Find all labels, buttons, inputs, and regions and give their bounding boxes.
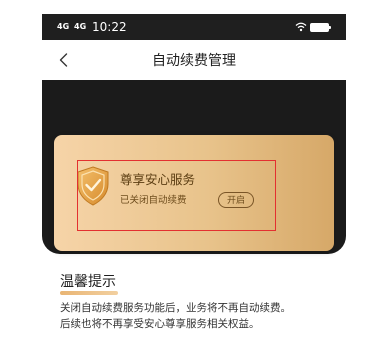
app-screen: 4G 4G 10:22 自动续费管理 尊享安心服务 已关闭自动续费 开启 温馨提… (42, 14, 346, 346)
shield-check-icon (77, 166, 109, 206)
service-title: 尊享安心服务 (120, 172, 196, 187)
status-time: 10:22 (92, 20, 127, 34)
signal-indicator-1: 4G (57, 22, 70, 31)
tips-text-line: 关闭自动续费服务功能后，业务将不再自动续费。 (60, 302, 291, 314)
nav-bar: 自动续费管理 (42, 40, 346, 80)
battery-icon (310, 23, 331, 32)
tips-heading-underline (60, 291, 118, 295)
enable-renewal-button[interactable]: 开启 (218, 192, 254, 208)
page-title: 自动续费管理 (152, 53, 236, 69)
renewal-status: 已关闭自动续费 (120, 195, 187, 206)
status-bar: 4G 4G 10:22 (42, 14, 346, 40)
service-card: 尊享安心服务 已关闭自动续费 开启 (54, 135, 334, 251)
wifi-icon (295, 22, 307, 32)
signal-indicator-2: 4G (74, 22, 87, 31)
tips-text-line: 后续也将不再享受安心尊享服务相关权益。 (60, 318, 260, 330)
tips-heading: 温馨提示 (60, 274, 116, 290)
